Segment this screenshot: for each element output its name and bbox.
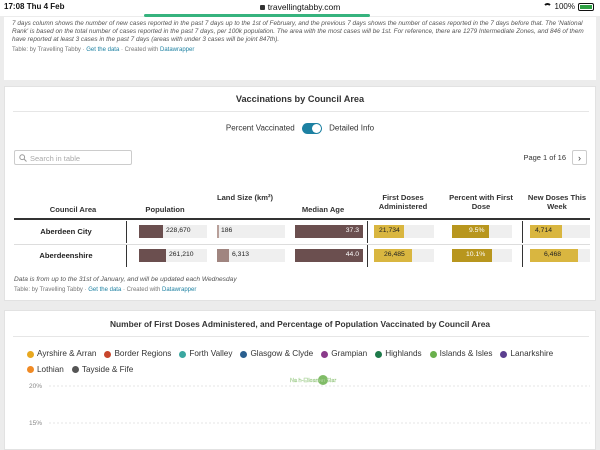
legend-item[interactable]: Lanarkshire [500,347,553,361]
table-row[interactable]: Aberdeen City 228,670 186 37.3 21,734 9.… [14,221,590,243]
scatter-plot: 20% 15% Na h-Eileanan Siar [29,375,590,427]
y-tick-label: 20% [29,383,42,390]
y-tick-label: 15% [29,420,42,427]
land-size-bar [217,225,219,238]
data-point-label: Na h-Eileanan Siar [290,378,336,384]
legend-item[interactable]: Grampian [321,347,367,361]
legend-swatch [321,350,329,358]
chart-title: Number of First Doses Administered, and … [109,319,491,329]
legend-label: Border Regions [114,349,172,358]
table-footnote: Data is from up to the 31st of January, … [14,276,237,283]
percent-first-dose-cell: 9.5% [452,225,512,238]
land-size-bar [217,249,229,262]
percent-first-dose-cell: 10.1% [452,249,512,262]
doses-chart-card: Number of First Doses Administered, and … [4,310,596,450]
search-input[interactable]: Search in table [14,150,132,165]
pagination: Page 1 of 16 › [523,150,587,165]
wifi-icon [542,3,552,10]
get-data-link[interactable]: Get the data [88,287,121,293]
col-header-new-doses[interactable]: New Doses This Week [521,193,593,212]
council-area-cell: Aberdeen City [40,227,92,236]
legend-label: Highlands [385,349,422,358]
page-indicator: Page 1 of 16 [523,153,566,162]
legend-label: Ayrshire & Arran [37,349,97,358]
land-size-cell: 186 [217,225,285,238]
population-bar [139,225,163,238]
table-row[interactable]: Aberdeenshire 261,210 6,313 44.0 26,485 … [14,244,590,267]
chevron-right-icon: › [578,152,581,163]
status-indicators: 100% [542,2,594,11]
legend-label: Forth Valley [189,349,233,358]
datawrapper-link[interactable]: Datawrapper [160,47,194,53]
lock-icon [259,5,265,10]
toggle-label-left[interactable]: Percent Vaccinated [226,124,295,133]
population-cell: 261,210 [139,249,207,262]
median-age-cell: 44.0 [295,249,363,262]
land-size-cell: 6,313 [217,249,285,262]
population-cell: 228,670 [139,225,207,238]
legend-label: Lanarkshire [510,349,554,358]
divider [13,336,589,337]
view-toggle-row: Percent Vaccinated Detailed Info [5,123,595,134]
column-divider [367,221,368,243]
column-divider [126,245,127,267]
legend-swatch [240,350,248,358]
column-divider [367,245,368,267]
col-header-council-area[interactable]: Council Area [25,205,121,214]
view-toggle-switch[interactable] [301,123,322,134]
new-doses-cell: 4,714 [530,225,590,238]
battery-icon [578,2,594,11]
vaccinations-title: Vaccinations by Council Area [235,94,365,104]
legend-item[interactable]: Ayrshire & Arran [27,347,96,361]
legend-swatch [375,350,383,358]
vaccinations-card: Vaccinations by Council Area Percent Vac… [4,86,596,301]
new-doses-cell: 6,468 [530,249,590,262]
col-header-land-size[interactable]: Land Size (km²) [211,193,279,202]
legend-item[interactable]: Forth Valley [179,347,232,361]
col-header-percent-first-dose[interactable]: Percent with First Dose [445,193,517,212]
table-credit: Table: by Travelling Tabby · Get the dat… [12,47,195,53]
previous-table-notes: 7 days column shows the number of new ca… [4,17,596,80]
column-divider [522,221,523,243]
legend-item[interactable]: Highlands [375,347,422,361]
col-header-first-doses[interactable]: First Doses Administered [367,193,439,212]
legend-item[interactable]: Border Regions [104,347,171,361]
column-divider [126,221,127,243]
legend-label: Grampian [331,349,368,358]
toggle-label-right[interactable]: Detailed Info [329,124,374,133]
legend-swatch [429,350,437,358]
legend-label: Glasgow & Clyde [250,349,314,358]
population-bar [139,249,166,262]
divider [13,111,589,112]
legend-swatch [104,350,112,358]
search-placeholder: Search in table [30,154,81,163]
get-data-link[interactable]: Get the data [86,47,119,53]
search-icon [19,154,27,162]
legend-label: Islands & Isles [439,349,493,358]
legend-swatch [500,350,508,358]
header-rule [14,218,590,220]
table-note: 7 days column shows the number of new ca… [12,20,584,43]
col-header-median-age[interactable]: Median Age [289,205,357,214]
legend-swatch [27,350,34,358]
next-page-button[interactable]: › [572,150,587,165]
council-area-cell: Aberdeenshire [39,251,93,260]
median-age-cell: 37.3 [295,225,363,238]
col-header-population[interactable]: Population [131,205,199,214]
legend-swatch [179,350,187,358]
datawrapper-link[interactable]: Datawrapper [162,287,196,293]
legend-item[interactable]: Islands & Isles [429,347,493,361]
column-divider [522,245,523,267]
battery-percent: 100% [554,2,575,11]
address-bar[interactable]: travellingtabby.com [0,2,600,12]
legend-item[interactable]: Glasgow & Clyde [240,347,313,361]
first-doses-cell: 26,485 [374,249,434,262]
table-credit: Table: by Travelling Tabby · Get the dat… [14,287,197,293]
first-doses-cell: 21,734 [374,225,434,238]
